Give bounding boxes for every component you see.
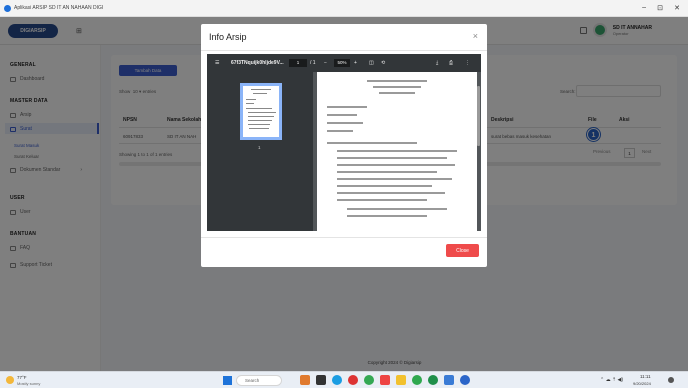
document-text-line [327,122,363,124]
document-text-line [347,208,447,210]
document-text-line [327,142,417,144]
pdf-thumbnail-pane: 1 [207,72,313,231]
fit-page-icon[interactable]: ◫ [369,60,374,66]
mail-app-icon[interactable] [380,375,390,385]
opera-icon[interactable] [348,375,358,385]
menu-icon[interactable]: ☰ [215,60,219,66]
document-text-line [337,192,445,194]
thumbnail-text-line [249,128,269,129]
clock-time[interactable]: 11:11 [640,374,651,379]
chrome-icon[interactable] [364,375,374,385]
explorer-icon[interactable] [396,375,406,385]
document-text-line [373,86,421,88]
document-text-line [327,106,367,108]
window-title: Aplikasi ARSIP SD IT AN NAHAAN DIGI [14,5,104,11]
app-icon [4,4,11,12]
thumbnail-text-line [246,108,272,109]
store-icon[interactable] [444,375,454,385]
thumbnail-page-number: 1 [258,145,261,150]
thumbnail-text-line [248,116,274,117]
app-green2-icon[interactable] [428,375,438,385]
zoom-out-icon[interactable]: − [324,60,327,66]
document-text-line [337,185,432,187]
pdf-viewer: ☰ 67f3TNquijk0hljde9V... 1 / 1 − 50% + ◫… [207,54,481,231]
thumbnail-text-line [248,112,276,113]
taskbar-apps [300,375,470,385]
document-text-line [379,92,415,94]
download-icon[interactable]: ⤓ [436,60,438,66]
pdf-page [317,72,477,231]
minimize-button[interactable]: – [642,4,646,11]
document-text-line [327,130,353,132]
thumbnail-text-line [246,103,254,104]
print-icon[interactable]: ⎙ [449,60,453,66]
weather-icon[interactable] [6,376,14,384]
page-total: / 1 [310,60,316,66]
thumbnail-text-line [248,120,272,121]
close-button[interactable]: Close [446,244,479,257]
document-text-line [337,178,452,180]
taskbar: 77°F Mostly sunny Search ⌃ ☁ ⇡ ◀) 11:11 … [0,371,688,388]
close-window-button[interactable]: ✕ [674,4,680,12]
close-icon[interactable]: × [473,31,478,41]
clock-date[interactable]: 9/20/2024 [633,381,651,386]
modal-title: Info Arsip [209,32,247,42]
widgets-icon[interactable] [300,375,310,385]
page-number-input[interactable]: 1 [289,59,307,67]
pdf-filename: 67f3TNquijk0hljde9V... [231,60,284,66]
page-thumbnail[interactable] [240,83,282,140]
zoom-level[interactable]: 50% [334,59,350,67]
document-text-line [327,114,357,116]
document-text-line [337,171,437,173]
task-view-icon[interactable] [316,375,326,385]
document-text-line [337,150,457,152]
edge-icon[interactable] [332,375,342,385]
window-titlebar: Aplikasi ARSIP SD IT AN NAHAAN DIGI – ⊡ … [0,0,688,17]
document-text-line [367,80,427,82]
pdf-toolbar: ☰ 67f3TNquijk0hljde9V... 1 / 1 − 50% + ◫… [207,54,481,72]
thumbnail-text-line [248,124,270,125]
thumbnail-text-line [246,99,256,100]
document-text-line [337,199,427,201]
more-icon[interactable]: ⋮ [465,60,470,66]
start-icon[interactable] [223,376,232,385]
thumbnail-text-line [253,93,267,94]
app-blue-icon[interactable] [460,375,470,385]
notification-bell-icon[interactable] [668,377,674,383]
document-text-line [347,215,427,217]
app-green-icon[interactable] [412,375,422,385]
weather-temp: 77°F [17,375,27,380]
maximize-button[interactable]: ⊡ [657,4,663,12]
rotate-icon[interactable]: ⟲ [381,60,385,66]
thumbnail-text-line [251,89,271,90]
info-arsip-modal: Info Arsip × ☰ 67f3TNquijk0hljde9V... 1 … [201,24,487,267]
taskbar-search[interactable]: Search [236,375,282,386]
zoom-in-icon[interactable]: + [354,60,357,66]
system-tray[interactable]: ⌃ ☁ ⇡ ◀) [600,377,623,383]
document-text-line [337,157,447,159]
weather-desc: Mostly sunny [17,381,41,386]
document-text-line [337,164,455,166]
pdf-scrollbar[interactable] [477,86,480,146]
